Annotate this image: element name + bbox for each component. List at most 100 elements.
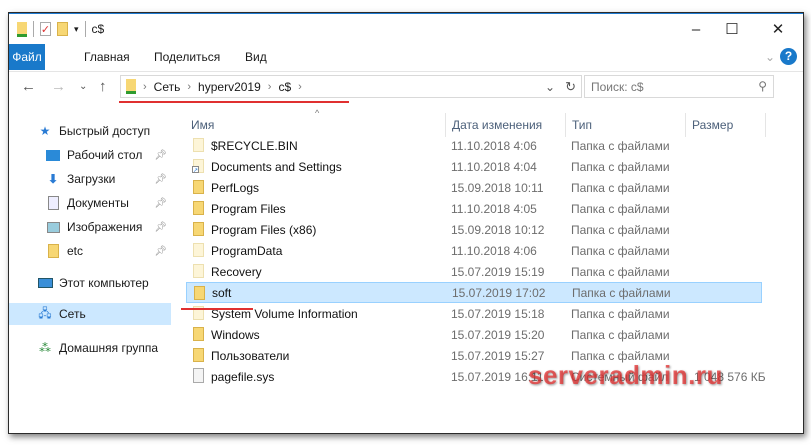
close-button[interactable]: ✕ bbox=[755, 14, 801, 44]
file-row[interactable]: Program Files 11.10.2018 4:05 Папка с файл… bbox=[186, 198, 762, 219]
file-row[interactable]: ProgramData 11.10.2018 4:06 Папка с файлам… bbox=[186, 240, 762, 261]
sidebar-item-homegroup[interactable]: ⁂ Домашняя группа bbox=[9, 337, 171, 359]
search-placeholder: Поиск: c$ bbox=[591, 80, 644, 94]
expand-ribbon-chevron-icon[interactable]: ⌄ bbox=[765, 44, 775, 70]
search-icon: ⚲ bbox=[758, 79, 767, 93]
sidebar-item-label: Рабочий стол bbox=[67, 148, 143, 162]
pin-icon[interactable]: 📌︎ bbox=[154, 198, 167, 209]
back-button[interactable]: ← bbox=[21, 78, 36, 95]
refresh-button[interactable]: ↻ bbox=[565, 79, 576, 95]
file-date: 15.07.2019 15:20 bbox=[451, 327, 545, 342]
folder-icon bbox=[193, 201, 204, 215]
file-row[interactable]: Windows 15.07.2019 15:20 Папка с файлами bbox=[186, 324, 762, 345]
up-button[interactable]: ↑ bbox=[99, 78, 107, 95]
folder-icon bbox=[193, 327, 204, 341]
network-drive-icon bbox=[17, 21, 27, 37]
column-header-size[interactable]: Размер bbox=[686, 113, 766, 137]
sort-indicator-icon: ^ bbox=[315, 108, 320, 118]
folder-icon bbox=[193, 264, 204, 278]
file-name: PerfLogs bbox=[211, 180, 260, 195]
file-date: 15.09.2018 10:11 bbox=[451, 180, 544, 195]
file-name: Windows bbox=[211, 327, 260, 342]
file-row[interactable]: Program Files (x86) 15.09.2018 10:12 Папка… bbox=[186, 219, 762, 240]
folder-icon bbox=[194, 286, 205, 300]
tab-file[interactable]: Файл bbox=[9, 44, 45, 70]
pin-icon[interactable]: 📌︎ bbox=[154, 174, 167, 185]
pin-icon[interactable]: 📌︎ bbox=[154, 222, 167, 233]
breadcrumb-network[interactable]: Сеть bbox=[154, 80, 181, 94]
breadcrumb-share[interactable]: c$ bbox=[278, 80, 291, 94]
column-header-type[interactable]: Тип bbox=[566, 113, 686, 137]
file-name: pagefile.sys bbox=[211, 369, 275, 384]
file-date: 11.10.2018 4:05 bbox=[451, 201, 537, 216]
file-name: Recovery bbox=[211, 264, 262, 279]
file-row[interactable]: $RECYCLE.BIN 11.10.2018 4:06 Папка с файла… bbox=[186, 135, 762, 156]
properties-icon[interactable]: ✓ bbox=[40, 22, 51, 36]
file-row[interactable]: PerfLogs 15.09.2018 10:11 Папка с файлами bbox=[186, 177, 762, 198]
sidebar-item-etc[interactable]: etc 📌︎ bbox=[9, 240, 171, 262]
file-name: soft bbox=[212, 285, 232, 300]
file-row[interactable]: ↗ Documents and Settings 11.10.2018 4:04 Па… bbox=[186, 156, 762, 177]
customize-toolbar-icon[interactable]: ▾ bbox=[74, 24, 79, 35]
file-name: $RECYCLE.BIN bbox=[211, 138, 298, 153]
tab-home[interactable]: Главная bbox=[84, 44, 130, 70]
file-name: Program Files bbox=[211, 201, 286, 216]
sidebar-item-downloads[interactable]: ⬇ Загрузки 📌︎ bbox=[9, 168, 171, 190]
sidebar-item-label: Загрузки bbox=[67, 172, 116, 186]
sidebar-item-pictures[interactable]: Изображения 📌︎ bbox=[9, 216, 171, 238]
file-row[interactable]: System Volume Information 15.07.2019 15:1… bbox=[186, 303, 762, 324]
watermark: serveradmin.ru bbox=[528, 360, 723, 390]
sidebar-item-label: Изображения bbox=[67, 220, 143, 234]
file-name: Program Files (x86) bbox=[211, 222, 317, 237]
system-file-icon bbox=[193, 368, 204, 383]
file-type: Папка с файлами bbox=[571, 138, 670, 153]
file-date: 15.09.2018 10:12 bbox=[451, 222, 545, 237]
pictures-icon bbox=[45, 220, 61, 234]
tab-view[interactable]: Вид bbox=[245, 44, 267, 70]
folder-icon bbox=[45, 244, 61, 258]
folder-icon bbox=[193, 222, 204, 236]
recent-locations-button[interactable]: ⌄ bbox=[79, 81, 87, 92]
file-row[interactable]: Recovery 15.07.2019 15:19 Папка с файлами bbox=[186, 261, 762, 282]
network-drive-icon bbox=[126, 79, 136, 94]
folder-icon bbox=[193, 348, 204, 362]
sidebar-item-label: Быстрый доступ bbox=[59, 124, 151, 138]
file-row[interactable]: soft 15.07.2019 17:02 Папка с файлами bbox=[186, 282, 762, 303]
tab-share[interactable]: Поделиться bbox=[154, 44, 220, 70]
sidebar-item-network[interactable]: 🖧︎ Сеть bbox=[9, 303, 171, 325]
ribbon-tabs: Файл Главная Поделиться Вид ⌄ ? bbox=[9, 44, 803, 70]
sidebar-item-label: etc bbox=[67, 244, 84, 258]
annotation-underline-path bbox=[119, 101, 349, 103]
sidebar-item-label: Домашняя группа bbox=[59, 341, 159, 355]
sidebar-item-this-pc[interactable]: Этот компьютер bbox=[9, 272, 171, 294]
network-icon: 🖧︎ bbox=[38, 305, 52, 320]
folder-icon bbox=[193, 138, 204, 152]
folder-icon bbox=[193, 180, 204, 194]
help-button[interactable]: ? bbox=[780, 48, 797, 65]
pin-icon[interactable]: 📌︎ bbox=[154, 150, 167, 161]
maximize-button[interactable]: ☐ bbox=[709, 14, 755, 44]
download-icon: ⬇ bbox=[47, 172, 59, 186]
breadcrumb-host[interactable]: hyperv2019 bbox=[198, 80, 261, 94]
sidebar-item-quick-access[interactable]: ★ Быстрый доступ bbox=[9, 120, 171, 142]
file-date: 15.07.2019 17:02 bbox=[452, 285, 546, 300]
sidebar-item-label: Этот компьютер bbox=[59, 276, 149, 290]
window-title: c$ bbox=[91, 22, 105, 36]
sidebar-item-label: Документы bbox=[67, 196, 129, 210]
column-header-date[interactable]: Дата изменения bbox=[446, 113, 566, 137]
annotation-underline-soft bbox=[181, 308, 253, 310]
address-bar[interactable]: › Сеть › hyperv2019 › c$ › ⌄ ↻ bbox=[120, 75, 582, 98]
address-dropdown-chevron-icon[interactable]: ⌄ bbox=[545, 80, 555, 94]
star-icon: ★ bbox=[39, 124, 51, 138]
sidebar-item-documents[interactable]: Документы 📌︎ bbox=[9, 192, 171, 214]
sidebar-item-desktop[interactable]: Рабочий стол 📌︎ bbox=[9, 144, 171, 166]
file-type: Папка с файлами bbox=[571, 327, 670, 342]
folder-icon bbox=[193, 243, 204, 257]
file-type: Папка с файлами bbox=[572, 285, 671, 300]
forward-button[interactable]: → bbox=[51, 78, 66, 95]
homegroup-icon: ⁂ bbox=[39, 341, 51, 355]
navigation-bar: ← → ⌄ ↑ › Сеть › hyperv2019 › c$ › ⌄ ↻ П… bbox=[9, 71, 803, 101]
search-input[interactable]: Поиск: c$ ⚲ bbox=[584, 75, 774, 98]
new-folder-icon[interactable] bbox=[57, 22, 68, 36]
pin-icon[interactable]: 📌︎ bbox=[154, 246, 167, 257]
